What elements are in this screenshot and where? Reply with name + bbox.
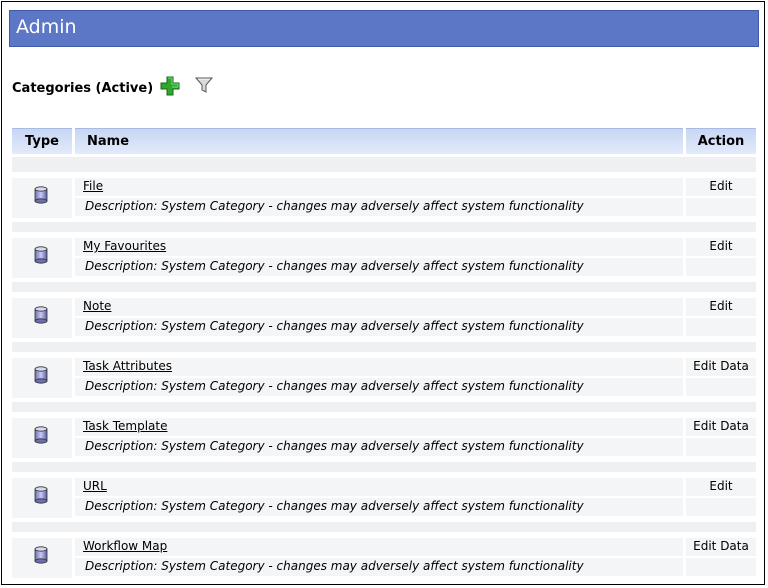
category-description: Description: System Category - changes m…: [85, 499, 584, 513]
action-link[interactable]: Edit: [686, 479, 756, 493]
action-cell-empty: [686, 438, 756, 456]
action-cell-empty: [686, 258, 756, 276]
action-cell-empty: [686, 498, 756, 516]
category-name-link[interactable]: Task Attributes: [83, 359, 172, 373]
action-link[interactable]: Edit: [686, 239, 756, 253]
database-icon: [34, 486, 48, 504]
row-separator: [12, 522, 756, 532]
filter-icon[interactable]: [194, 75, 214, 95]
category-name-link[interactable]: Note: [83, 299, 111, 313]
column-header-action[interactable]: Action: [686, 128, 756, 154]
category-description: Description: System Category - changes m…: [85, 199, 584, 213]
database-icon: [34, 366, 48, 384]
name-cell: [75, 178, 683, 196]
table-row: Note Description: System Category - chan…: [0, 298, 768, 338]
column-header-type[interactable]: Type: [12, 128, 72, 154]
action-link[interactable]: Edit Data: [686, 359, 756, 373]
category-name-link[interactable]: File: [83, 179, 103, 193]
table-row: My Favourites Description: System Catego…: [0, 238, 768, 278]
name-cell: [75, 238, 683, 256]
database-icon: [34, 246, 48, 264]
admin-header: Admin: [9, 10, 759, 47]
category-description: Description: System Category - changes m…: [85, 259, 584, 273]
category-name-link[interactable]: Task Template: [83, 419, 167, 433]
database-icon: [34, 306, 48, 324]
category-description: Description: System Category - changes m…: [85, 379, 584, 393]
category-name-link[interactable]: URL: [83, 479, 107, 493]
row-separator: [12, 342, 756, 352]
category-description: Description: System Category - changes m…: [85, 559, 584, 573]
name-cell: [75, 298, 683, 316]
table-row: URL Description: System Category - chang…: [0, 478, 768, 518]
database-icon: [34, 186, 48, 204]
row-separator: [12, 282, 756, 292]
row-separator: [12, 462, 756, 472]
action-cell-empty: [686, 198, 756, 216]
section-title: Categories (Active): [12, 81, 154, 96]
action-link[interactable]: Edit: [686, 299, 756, 313]
row-separator: [12, 402, 756, 412]
category-description: Description: System Category - changes m…: [85, 439, 584, 453]
row-separator: [12, 222, 756, 232]
column-header-name[interactable]: Name: [75, 128, 683, 154]
table-row: Workflow Map Description: System Categor…: [0, 538, 768, 578]
action-link[interactable]: Edit Data: [686, 539, 756, 553]
action-cell-empty: [686, 318, 756, 336]
header-title: Admin: [16, 16, 77, 38]
category-description: Description: System Category - changes m…: [85, 319, 584, 333]
action-cell-empty: [686, 378, 756, 396]
add-icon[interactable]: [160, 76, 180, 96]
action-cell-empty: [686, 558, 756, 576]
action-link[interactable]: Edit: [686, 179, 756, 193]
category-name-link[interactable]: My Favourites: [83, 239, 166, 253]
category-name-link[interactable]: Workflow Map: [83, 539, 167, 553]
action-link[interactable]: Edit Data: [686, 419, 756, 433]
database-icon: [34, 426, 48, 444]
table-row: Task Template Description: System Catego…: [0, 418, 768, 458]
name-cell: [75, 478, 683, 496]
row-separator: [12, 157, 756, 167]
database-icon: [34, 546, 48, 564]
table-row: File Description: System Category - chan…: [0, 178, 768, 218]
table-row: Task Attributes Description: System Cate…: [0, 358, 768, 398]
